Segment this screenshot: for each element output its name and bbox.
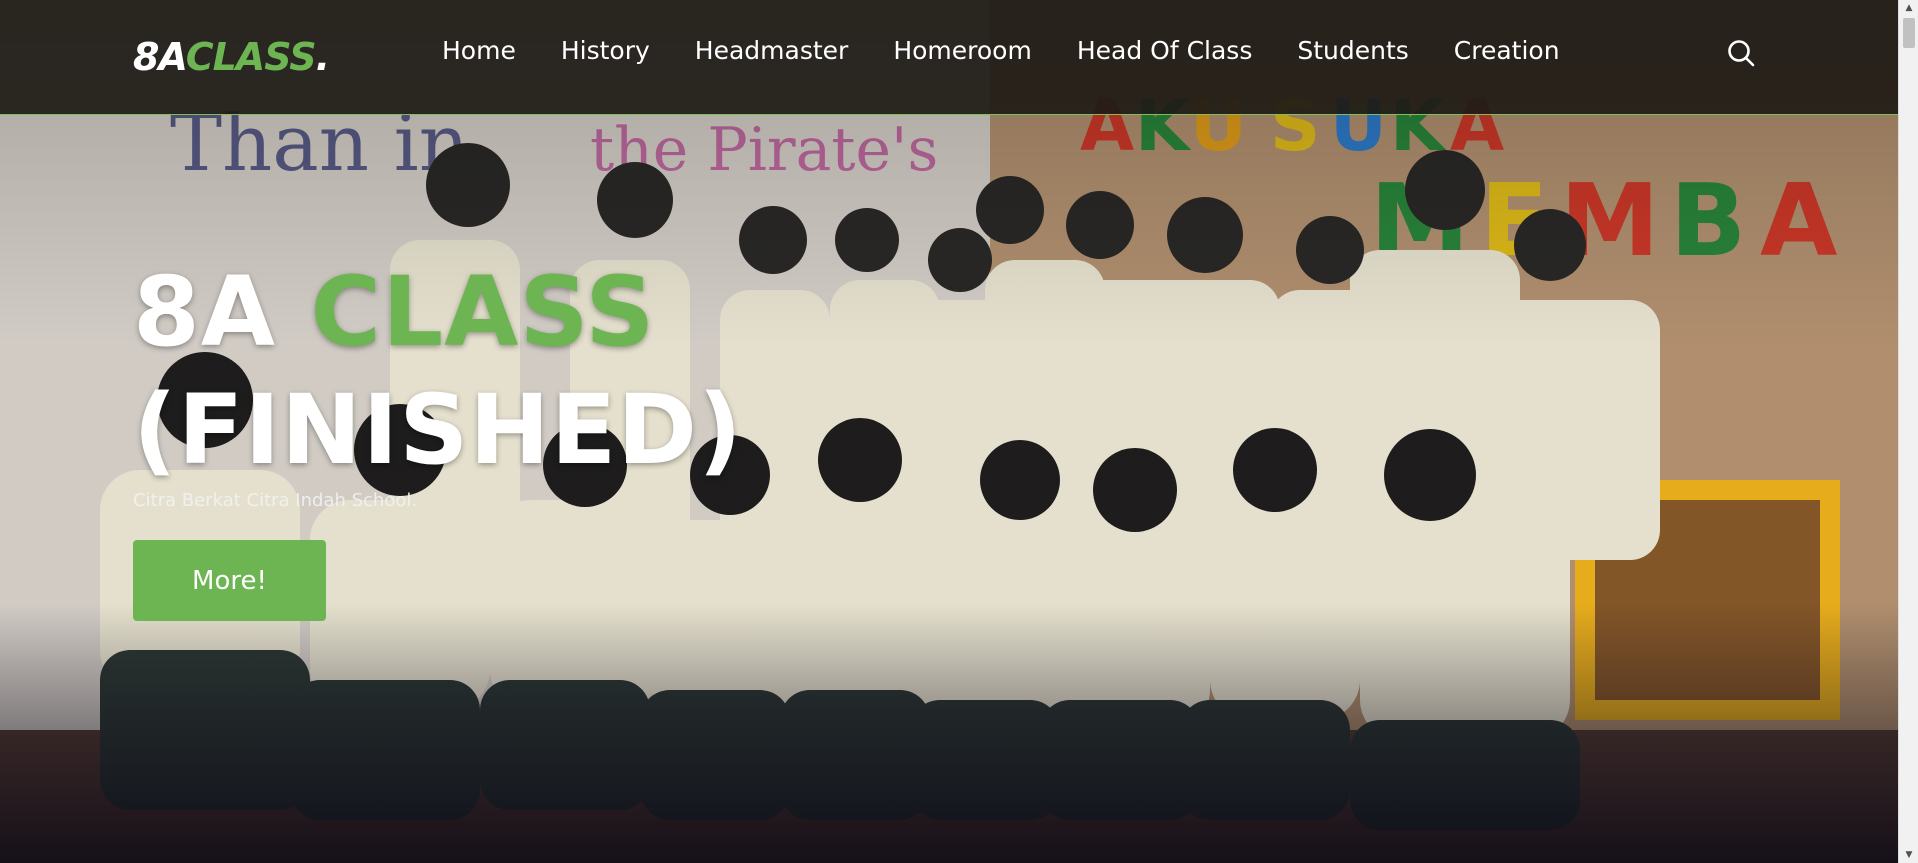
hero-title-accent: CLASS [310, 256, 656, 368]
hero-subtitle: Citra Berkat Citra Indah School. [133, 490, 418, 511]
more-button[interactable]: More! [133, 540, 326, 621]
logo-suffix: . [315, 35, 330, 79]
hero-title-prefix: 8A [133, 256, 311, 368]
page: A K U S U K A M E M B A Than in the Pira… [0, 0, 1918, 863]
hero-title: 8A CLASS (FINISHED) [133, 253, 743, 489]
main-nav: Home History Headmaster Homeroom Head Of… [442, 33, 1605, 69]
top-navbar: 8ACLASS. Home History Headmaster Homeroo… [0, 0, 1898, 115]
nav-item-headmaster[interactable]: Headmaster [695, 33, 849, 69]
scroll-down-arrow-icon[interactable]: ▼ [1899, 847, 1918, 863]
nav-item-students[interactable]: Students [1297, 33, 1408, 69]
site-logo[interactable]: 8ACLASS. [133, 34, 330, 80]
nav-item-home[interactable]: Home [442, 33, 516, 69]
scroll-up-arrow-icon[interactable]: ▲ [1899, 0, 1918, 16]
logo-prefix: 8A [133, 35, 187, 79]
nav-item-homeroom[interactable]: Homeroom [893, 33, 1032, 69]
nav-item-head-of-class[interactable]: Head Of Class [1077, 33, 1253, 69]
hero-title-line2: (FINISHED) [133, 374, 743, 486]
nav-item-history[interactable]: History [561, 33, 650, 69]
scroll-thumb[interactable] [1903, 18, 1915, 48]
search-icon [1728, 40, 1755, 67]
search-button[interactable] [1726, 38, 1756, 68]
vertical-scrollbar[interactable]: ▲ ▼ [1898, 0, 1918, 863]
logo-accent: CLASS [185, 35, 317, 79]
nav-item-creation[interactable]: Creation [1454, 33, 1560, 69]
